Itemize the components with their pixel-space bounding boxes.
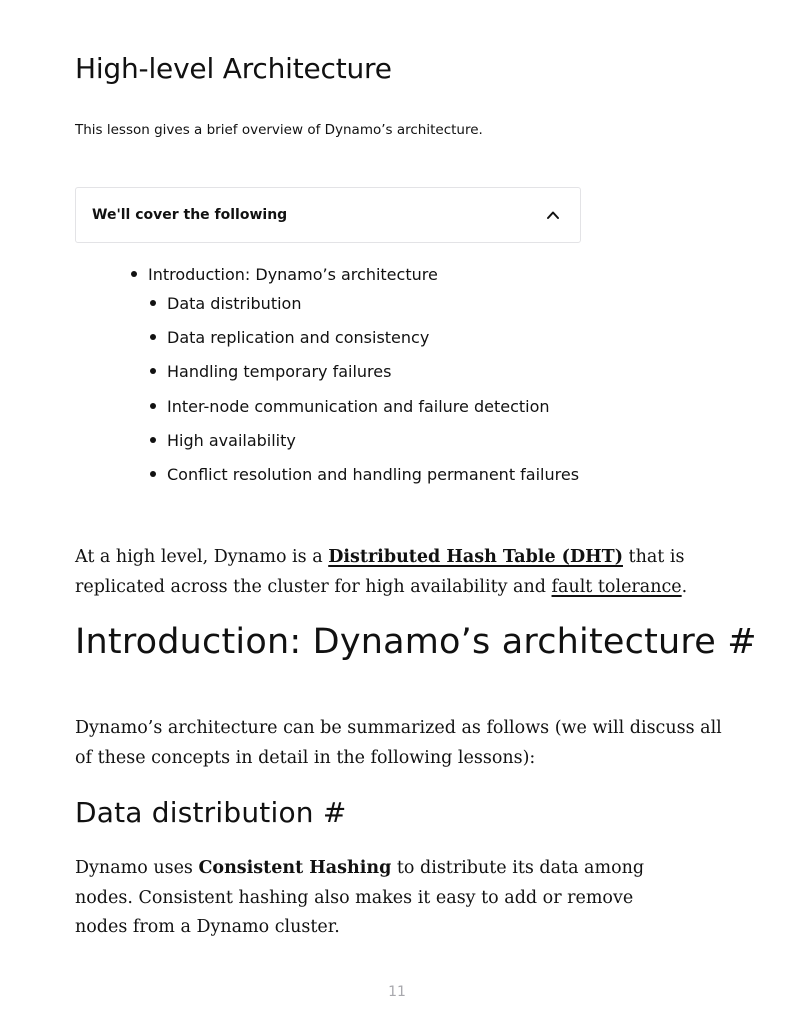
bullet: [150, 402, 156, 409]
toc-toggle[interactable]: We'll cover the following: [75, 187, 581, 243]
chevron-up-icon[interactable]: [546, 208, 560, 222]
page-number: 11: [388, 984, 406, 1000]
lesson-title: High-level Architecture: [75, 52, 392, 85]
toc-item-data-distribution[interactable]: Data distribution: [150, 294, 301, 313]
section-heading-data-distribution: Data distribution #: [75, 796, 347, 829]
toc-item-temporary-failures[interactable]: Handling temporary failures: [150, 362, 391, 381]
fault-tolerance-link[interactable]: fault tolerance: [552, 577, 682, 597]
bullet: [150, 436, 156, 443]
toc-item-inter-node-communication[interactable]: Inter-node communication and failure det…: [150, 397, 550, 416]
data-distribution-paragraph: Dynamo uses Consistent Hashing to distri…: [75, 854, 675, 943]
bullet: [150, 367, 156, 374]
consistent-hashing-term: Consistent Hashing: [198, 858, 392, 878]
architecture-summary-paragraph: Dynamo’s architecture can be summarized …: [75, 718, 722, 768]
toc-item-label: Data replication and consistency: [167, 328, 430, 347]
toc-item-conflict-resolution[interactable]: Conflict resolution and handling permane…: [150, 465, 579, 484]
toc-item-label: Inter-node communication and failure det…: [167, 397, 550, 416]
toc-item-label: Introduction: Dynamo’s architecture: [148, 265, 438, 284]
bullet: [150, 470, 156, 477]
toc-item-introduction[interactable]: Introduction: Dynamo’s architecture: [131, 265, 438, 284]
bullet: [150, 299, 156, 306]
intro-text-prefix: At a high level, Dynamo is a: [75, 547, 329, 567]
toc-item-data-replication[interactable]: Data replication and consistency: [150, 328, 429, 347]
lesson-subtitle: This lesson gives a brief overview of Dy…: [75, 122, 483, 138]
toc-item-label: Handling temporary failures: [167, 362, 392, 381]
bullet: [131, 270, 137, 277]
toc-item-high-availability[interactable]: High availability: [150, 431, 296, 450]
section-heading-introduction: Introduction: Dynamo’s architecture #: [75, 622, 757, 662]
toc-item-label: Data distribution: [167, 294, 302, 313]
heading-anchor-link[interactable]: #: [727, 622, 757, 662]
toc-item-label: Conflict resolution and handling permane…: [167, 465, 580, 484]
intro-text-suffix: .: [681, 576, 688, 597]
intro-paragraph: At a high level, Dynamo is a Distributed…: [75, 543, 735, 602]
toc-label: We'll cover the following: [92, 207, 288, 223]
bullet: [150, 333, 156, 340]
dht-link[interactable]: Distributed Hash Table (DHT): [328, 547, 623, 567]
heading-anchor-link[interactable]: #: [323, 796, 347, 829]
toc-item-label: High availability: [167, 431, 296, 450]
dd-text-prefix: Dynamo uses: [75, 858, 199, 878]
document-page: High-level Architecture This lesson give…: [0, 0, 794, 1027]
